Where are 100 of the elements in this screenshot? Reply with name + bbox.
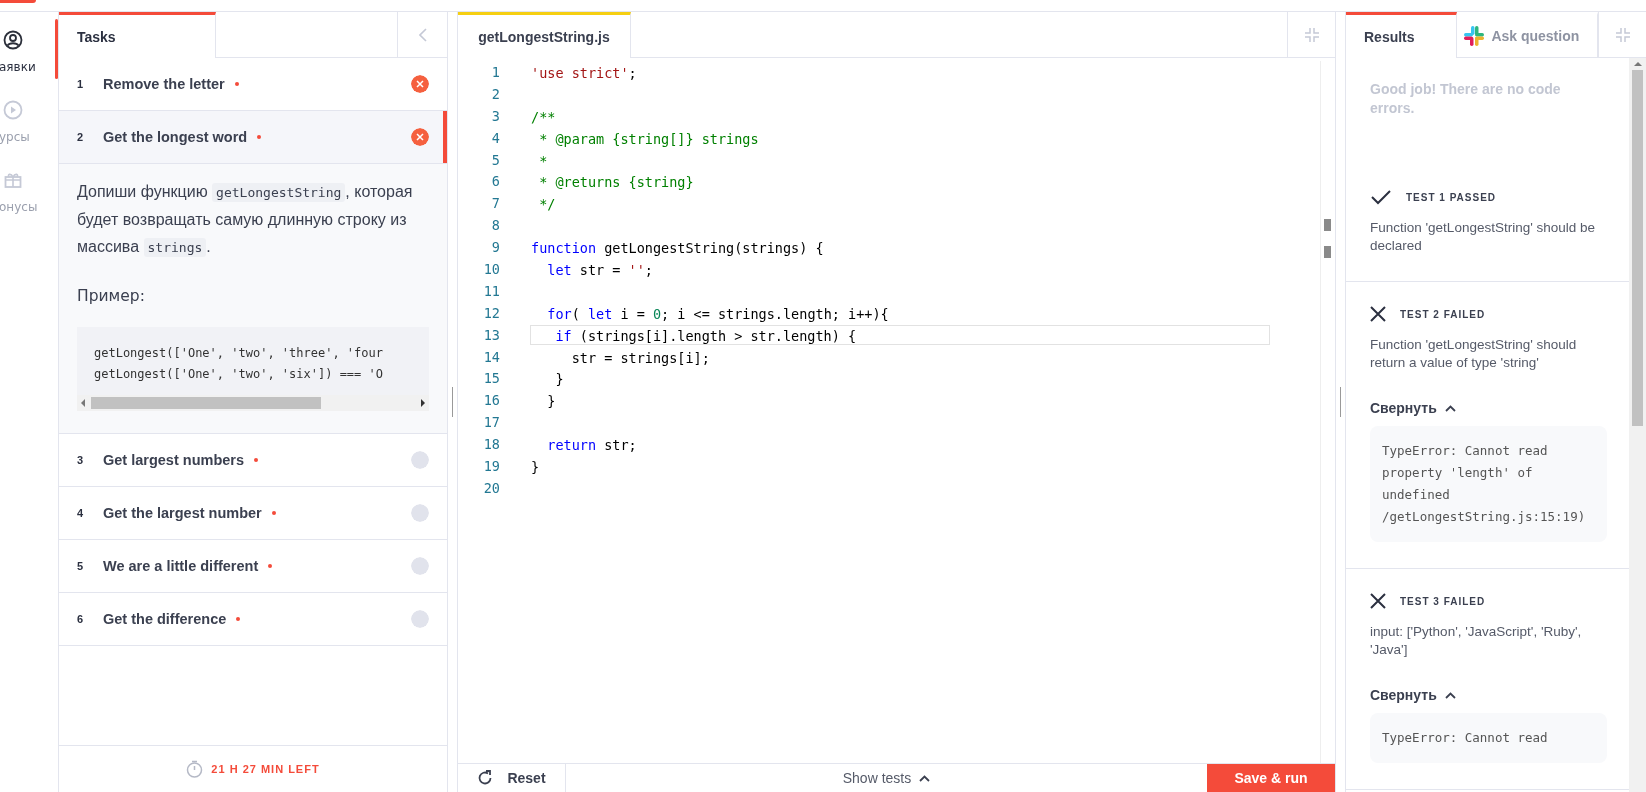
code-line: let str = ''; xyxy=(546,260,654,279)
test-title: TEST 2 FAILED xyxy=(1400,308,1486,320)
code-line: return str; xyxy=(546,436,638,455)
code-line: } xyxy=(530,457,541,476)
file-tab[interactable]: getLongestString.js xyxy=(458,12,631,58)
line-number: 16 xyxy=(482,392,500,409)
nav-item[interactable]: аявки xyxy=(0,30,36,74)
cross-icon xyxy=(1370,306,1386,322)
time-left: 21 H 27 MIN LEFT xyxy=(211,763,320,775)
code-line: * @returns {string} xyxy=(538,173,695,192)
task-number: 4 xyxy=(77,507,85,519)
line-number: 9 xyxy=(490,239,500,256)
error-output: TypeError: Cannot read xyxy=(1370,713,1607,763)
cross-icon xyxy=(1370,593,1386,609)
minimize-icon xyxy=(1303,26,1320,43)
results-tab[interactable]: Results xyxy=(1346,12,1458,58)
line-number: 12 xyxy=(482,304,500,321)
test-title: TEST 1 PASSED xyxy=(1406,191,1497,203)
task-description: Допиши функцию getLongestString , которая будет возвращать самую длинную строку из массива strings . xyxy=(77,182,414,259)
example-label: Пример: xyxy=(77,287,146,305)
play-icon xyxy=(3,100,23,120)
code-line: * xyxy=(538,151,549,170)
save-run-button[interactable]: Save & run xyxy=(1207,764,1335,792)
line-number: 1 xyxy=(490,63,500,80)
chevron-up-icon xyxy=(919,774,931,782)
tasks-tab[interactable]: Tasks xyxy=(59,12,216,58)
line-number: 14 xyxy=(482,348,500,365)
task-number: 5 xyxy=(77,560,85,572)
pending-status-icon xyxy=(411,504,429,522)
line-number: 3 xyxy=(490,107,500,124)
test-description: Function 'getLongestString' should be declared xyxy=(1370,219,1597,255)
task-title: We are a little different xyxy=(103,558,259,574)
test-description: input: ['Python', 'JavaScript', 'Ruby', 'Java'] xyxy=(1370,623,1583,659)
line-number: 17 xyxy=(482,414,500,431)
test-title: TEST 3 FAILED xyxy=(1400,595,1486,607)
line-number: 2 xyxy=(490,85,500,102)
chevron-up-icon xyxy=(1444,691,1456,699)
required-dot xyxy=(236,617,241,621)
code-line: getLongest(['One', 'two', 'six']) === 'O xyxy=(93,366,384,383)
collapse-link[interactable]: Свернуть xyxy=(1370,687,1456,703)
task-number: 3 xyxy=(77,454,85,466)
required-dot xyxy=(257,135,262,139)
code-line: * @param {string[]} strings xyxy=(538,129,760,148)
line-number: 13 xyxy=(482,326,500,343)
required-dot xyxy=(268,564,273,568)
line-number: 19 xyxy=(482,457,500,474)
task-number: 2 xyxy=(77,131,85,143)
line-number: 20 xyxy=(482,479,500,496)
line-number: 4 xyxy=(490,129,500,146)
horizontal-scrollbar[interactable] xyxy=(77,395,429,411)
pending-status-icon xyxy=(411,610,429,628)
resize-handle[interactable] xyxy=(1340,387,1341,417)
code-line: /** xyxy=(530,107,557,126)
chevron-left-icon xyxy=(418,27,427,42)
task-title: Remove the letter xyxy=(103,76,225,92)
status-message: Good job! There are no code errors. xyxy=(1369,80,1562,118)
task-title: Get the difference xyxy=(103,611,227,627)
vertical-scrollbar[interactable] xyxy=(1629,58,1646,792)
code-line: } xyxy=(546,392,557,411)
task-title: Get the longest word xyxy=(103,129,248,145)
task-number: 6 xyxy=(77,613,85,625)
line-number: 6 xyxy=(490,173,500,190)
check-icon xyxy=(1370,189,1392,205)
line-number: 7 xyxy=(490,195,500,212)
line-number: 18 xyxy=(482,436,500,453)
chevron-up-icon xyxy=(1444,404,1456,412)
task-item[interactable]: 2 Get the longest word xyxy=(59,111,447,164)
code-line: str = strings[i]; xyxy=(570,348,711,367)
required-dot xyxy=(234,82,239,86)
error-output: TypeError: Cannot read property 'length' of undefined /getLongestString.js:15:19) xyxy=(1370,426,1607,542)
top-accent-bar xyxy=(0,0,36,3)
required-dot xyxy=(271,511,276,515)
line-number: 8 xyxy=(490,217,500,234)
resize-handle[interactable] xyxy=(452,387,453,417)
task-title: Get largest numbers xyxy=(103,452,244,468)
code-line: function getLongestString(strings) { xyxy=(530,239,825,258)
task-title: Get the largest number xyxy=(103,505,262,521)
pending-status-icon xyxy=(411,451,429,469)
code-line: getLongest(['One', 'two', 'three', 'four xyxy=(93,345,384,362)
code-line: */ xyxy=(538,195,557,214)
show-tests-button[interactable]: Show tests xyxy=(566,769,1207,787)
user-icon xyxy=(3,30,23,50)
minimize-icon xyxy=(1614,26,1631,43)
stopwatch-icon xyxy=(186,760,204,778)
line-number: 5 xyxy=(490,151,500,168)
required-dot xyxy=(254,458,258,462)
code-line: } xyxy=(554,370,565,389)
test-description: Function 'getLongestString' should return a value of type 'string' xyxy=(1370,336,1578,372)
task-number: 1 xyxy=(77,78,85,90)
four-color-logo-icon xyxy=(1463,25,1486,47)
code-line: for( let i = 0; i <= strings.length; i++){ xyxy=(546,304,890,323)
refresh-icon xyxy=(477,770,494,786)
line-number: 10 xyxy=(482,260,500,277)
failed-status-icon xyxy=(411,75,429,93)
failed-status-icon xyxy=(411,128,429,146)
line-number: 15 xyxy=(482,370,500,387)
code-line: 'use strict'; xyxy=(530,63,638,82)
line-number: 11 xyxy=(482,282,500,299)
pending-status-icon xyxy=(411,557,429,575)
collapse-link[interactable]: Свернуть xyxy=(1370,400,1456,416)
